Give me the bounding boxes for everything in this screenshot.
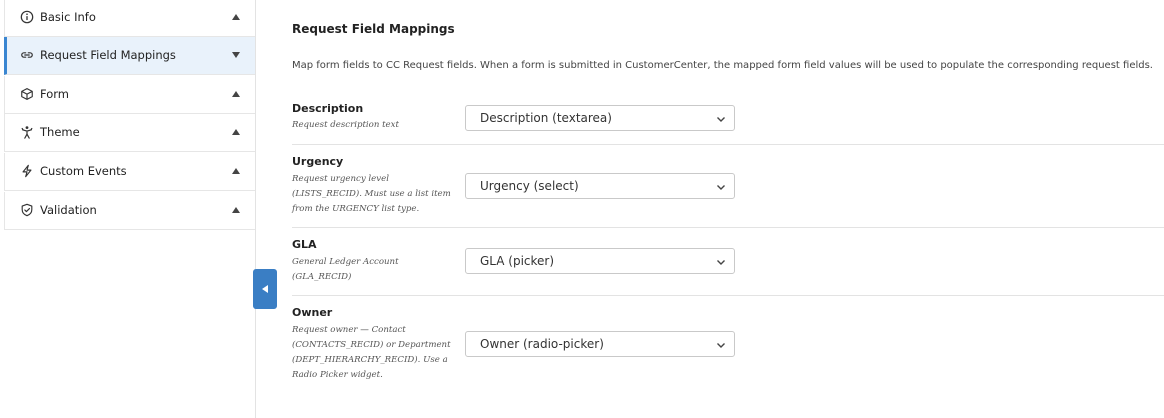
sidebar-item-request-field-mappings[interactable]: Request Field Mappings <box>4 37 255 75</box>
chevron-up-icon <box>231 166 241 176</box>
field-help-text: Request urgency level (LISTS_RECID). Mus… <box>292 174 451 214</box>
field-label: Owner <box>292 306 333 319</box>
gla-select[interactable]: GLA (picker) <box>465 248 735 274</box>
field-help-text: General Ledger Account (GLA_RECID) <box>292 257 399 282</box>
section-title: Request Field Mappings <box>292 22 455 36</box>
main-panel: Request Field Mappings Map form fields t… <box>257 0 1164 418</box>
field-label: Description <box>292 102 364 115</box>
chevron-up-icon <box>231 89 241 99</box>
sidebar-item-label: Form <box>40 87 69 101</box>
sidebar-item-theme[interactable]: Theme <box>4 114 255 152</box>
chevron-down-icon <box>716 340 726 350</box>
sidebar-item-label: Basic Info <box>40 10 96 24</box>
chevron-up-icon <box>231 205 241 215</box>
theme-icon <box>20 125 34 139</box>
field-help-text: Request description text <box>292 120 399 130</box>
field-label: Urgency <box>292 155 344 168</box>
description-select[interactable]: Description (textarea) <box>465 105 735 131</box>
sidebar-item-custom-events[interactable]: Custom Events <box>4 153 255 191</box>
sidebar-item-form[interactable]: Form <box>4 76 255 114</box>
sidebar-item-label: Validation <box>40 203 97 217</box>
field-row-gla: GLA General Ledger Account (GLA_RECID) G… <box>292 228 1164 296</box>
section-description: Map form fields to CC Request fields. Wh… <box>292 60 1153 71</box>
cube-icon <box>20 87 34 101</box>
shield-check-icon <box>20 203 34 217</box>
sidebar-item-label: Custom Events <box>40 164 127 178</box>
chevron-up-icon <box>231 127 241 137</box>
chevron-down-icon <box>716 114 726 124</box>
field-label: GLA <box>292 238 317 251</box>
chevron-up-icon <box>231 12 241 22</box>
select-value: Owner (radio-picker) <box>480 337 604 351</box>
info-icon <box>20 10 34 24</box>
select-value: GLA (picker) <box>480 254 555 268</box>
sidebar-item-basic-info[interactable]: Basic Info <box>4 0 255 37</box>
sidebar-item-validation[interactable]: Validation <box>4 192 255 230</box>
field-help-text: Request owner — Contact (CONTACTS_RECID)… <box>292 325 451 380</box>
owner-select[interactable]: Owner (radio-picker) <box>465 331 735 357</box>
field-row-urgency: Urgency Request urgency level (LISTS_REC… <box>292 145 1164 228</box>
sidebar-item-label: Request Field Mappings <box>40 48 176 62</box>
sidebar: Basic Info Request Field Mappings Form T… <box>0 0 256 418</box>
chevron-down-icon <box>716 257 726 267</box>
urgency-select[interactable]: Urgency (select) <box>465 173 735 199</box>
field-row-description: Description Request description text Des… <box>292 96 1164 145</box>
chevron-down-icon <box>231 50 241 60</box>
sidebar-item-label: Theme <box>40 125 80 139</box>
field-row-owner: Owner Request owner — Contact (CONTACTS_… <box>292 296 1164 396</box>
chevron-down-icon <box>716 182 726 192</box>
link-icon <box>20 48 34 62</box>
lightning-icon <box>20 164 34 178</box>
select-value: Description (textarea) <box>480 111 612 125</box>
select-value: Urgency (select) <box>480 179 579 193</box>
